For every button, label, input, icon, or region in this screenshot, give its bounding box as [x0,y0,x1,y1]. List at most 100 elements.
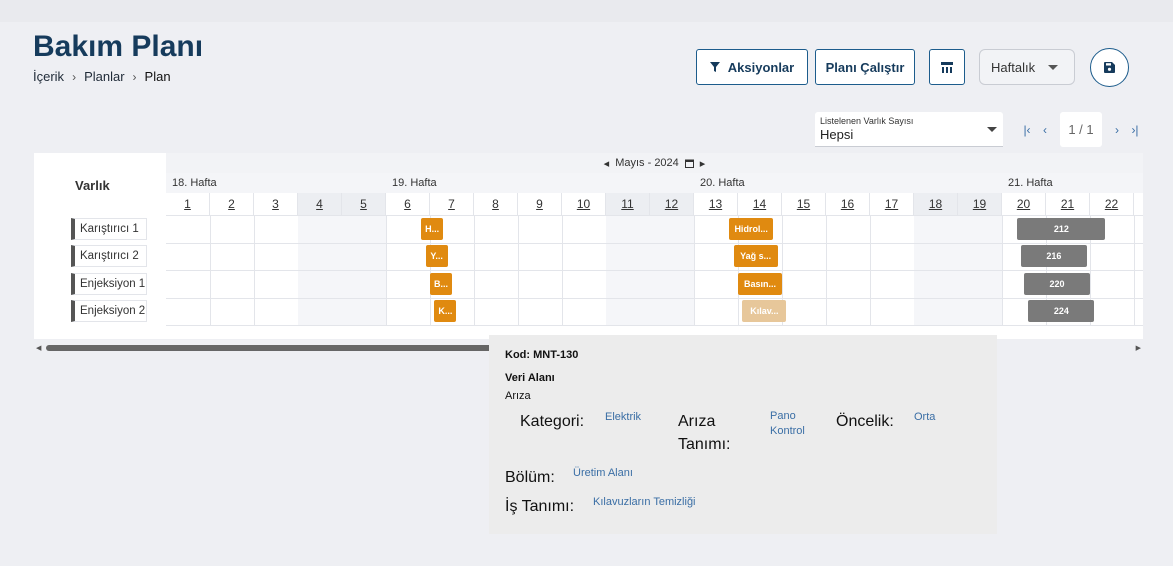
task-bar[interactable]: 212 [1017,217,1106,240]
tooltip-category-value: Elektrik [605,411,642,423]
day-header-cell[interactable]: 3 [254,193,298,215]
tooltip-fault-value: Pano Kontrol [770,410,805,437]
asset-header: Varlık [75,178,110,193]
chevron-right-icon: › [132,69,137,84]
calendar-icon[interactable] [684,159,694,168]
tooltip-category-key: Kategori: [520,413,585,430]
pagination: |‹ ‹ 1 / 1 › ›| [1018,112,1144,147]
scroll-thumb[interactable] [46,345,496,351]
task-bar[interactable]: Kılav... [742,300,787,322]
grid-row-line [166,270,1143,271]
gantt-grid: ◂ Mayıs - 2024 ▸ 18. Hafta 19. Hafta 20. H… [166,153,1143,339]
day-header-cell[interactable]: 4 [298,193,342,215]
day-header-cell[interactable]: 16 [826,193,870,215]
breadcrumb-item-plan: Plan [144,69,171,84]
tooltip-fault-key: Arıza Tanımı: [678,413,731,453]
asset-count-label: Listelenen Varlık Sayısı [820,116,914,126]
task-bar[interactable]: Y... [425,245,448,267]
task-bar[interactable]: 216 [1020,245,1087,267]
asset-row-label[interactable]: Enjeksiyon 1 [71,273,147,295]
run-plan-button[interactable]: Planı Çalıştır [815,49,915,85]
asset-row-label[interactable]: Karıştırıcı 1 [71,218,147,240]
calendar-view-button[interactable] [929,49,965,85]
view-select[interactable]: Haftalık [979,49,1075,85]
view-select-value: Haftalık [991,59,1036,75]
week-header: 18. Hafta 19. Hafta 20. Hafta 21. Hafta [166,173,1143,193]
next-month-icon[interactable]: ▸ [700,157,706,170]
week-label: 21. Hafta [1008,177,1053,189]
day-header-cell[interactable]: 20 [1002,193,1046,215]
day-header-cell[interactable]: 1 [166,193,210,215]
first-page-icon[interactable]: |‹ [1018,123,1036,137]
day-header-cell[interactable]: 17 [870,193,914,215]
prev-month-icon[interactable]: ◂ [604,157,610,170]
next-page-icon[interactable]: › [1108,123,1126,137]
breadcrumb: İçerik › Planlar › Plan [33,69,171,84]
caret-down-icon [1048,65,1058,70]
tooltip-data-area-value: Arıza [505,390,531,402]
actions-button[interactable]: Aksiyonlar [696,49,808,85]
day-header-cell[interactable]: 14 [738,193,782,215]
task-bar[interactable]: 224 [1028,300,1095,322]
day-header-cell[interactable]: 19 [958,193,1002,215]
page-indicator: 1 / 1 [1060,112,1102,147]
tooltip-job-key: İş Tanımı: [505,498,575,515]
tooltip-department-key: Bölüm: [505,469,555,486]
grid-row-line [166,325,1143,326]
task-bar[interactable]: K... [434,300,457,322]
prev-page-icon[interactable]: ‹ [1036,123,1054,137]
day-header-cell[interactable]: 12 [650,193,694,215]
task-bar[interactable]: Yağ s... [733,245,778,267]
last-page-icon[interactable]: ›| [1126,123,1144,137]
task-bar[interactable]: 220 [1024,272,1090,295]
grid-row-line [166,297,1143,299]
month-nav: ◂ Mayıs - 2024 ▸ [166,153,1143,173]
task-bar[interactable]: Basın... [738,272,782,295]
caret-down-icon [987,127,997,132]
scroll-left-icon[interactable]: ◀ [36,344,41,352]
tooltip-department-value: Üretim Alanı [573,467,633,479]
tooltip-code: Kod: MNT-130 [505,349,579,361]
task-bar[interactable]: Hidrol... [729,217,774,240]
tooltip-priority-key: Öncelik: [836,413,894,430]
page-title: Bakım Planı [33,30,204,63]
day-header-cell[interactable]: 5 [342,193,386,215]
day-header-cell[interactable]: 7 [430,193,474,215]
task-tooltip: Kod: MNT-130 Veri Alanı Arıza Kategori: … [489,335,997,534]
day-header-cell[interactable]: 9 [518,193,562,215]
asset-row-label[interactable]: Karıştırıcı 2 [71,245,147,267]
grid-row-line [166,242,1143,244]
day-header-cell[interactable]: 11 [606,193,650,215]
save-icon [1104,62,1115,73]
month-label: Mayıs - 2024 [615,157,679,169]
day-header-cell[interactable]: 18 [914,193,958,215]
asset-count-select[interactable]: Listelenen Varlık Sayısı Hepsi [815,112,1003,147]
tooltip-job-value: Kılavuzların Temizliği [593,496,696,508]
day-header-cell[interactable]: 21 [1046,193,1090,215]
tooltip-priority-value: Orta [914,411,936,423]
chevron-right-icon: › [72,69,77,84]
week-label: 19. Hafta [392,177,437,189]
asset-row-label[interactable]: Enjeksiyon 2 [71,300,147,322]
day-header-cell[interactable]: 8 [474,193,518,215]
gantt-cells: H... Y... B... K... Hidrol... Yağ s... Basın..… [166,215,1143,326]
calendar-view-icon [941,61,953,73]
day-header-cell[interactable]: 15 [782,193,826,215]
task-bar[interactable]: B... [430,272,452,295]
grid-row-line [166,215,1143,216]
save-button[interactable] [1090,48,1129,87]
day-header-cell[interactable]: 6 [386,193,430,215]
task-bar[interactable]: H... [421,217,444,240]
actions-label: Aksiyonlar [727,59,795,75]
day-header-cell[interactable]: 2 [210,193,254,215]
top-bar [0,0,1173,22]
week-label: 20. Hafta [700,177,745,189]
day-header-cell[interactable]: 22 [1090,193,1134,215]
scroll-right-icon[interactable]: ▶ [1136,344,1141,352]
day-header-cell[interactable]: 13 [694,193,738,215]
breadcrumb-item-planlar[interactable]: Planlar [84,69,124,84]
breadcrumb-item-icerik[interactable]: İçerik [33,69,64,84]
tooltip-data-area-label: Veri Alanı [505,372,555,384]
day-header-cell[interactable]: 10 [562,193,606,215]
asset-panel: Varlık Karıştırıcı 1 Karıştırıcı 2 Enjek… [57,153,161,339]
